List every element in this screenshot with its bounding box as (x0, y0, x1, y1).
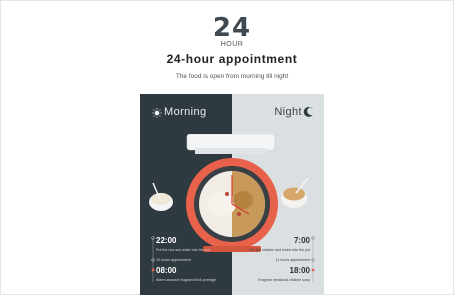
morning-start-desc: Put the rice and water into the pot (156, 248, 210, 252)
morning-ready-time: 08:00 (156, 266, 177, 275)
night-timeline (311, 236, 315, 282)
morning-label: Morning (164, 106, 207, 118)
night-appointment-desc: 11 hours appointment (275, 258, 311, 262)
page-title: 24-hour appointment (166, 52, 298, 66)
night-ready-desc: Fragrant medicinal chicken soup (258, 278, 310, 282)
product-poster: Morning Night 22:00 Put the rice and wat… (140, 94, 324, 295)
morning-ready-desc: Warm stomach fragrant thick porridge (156, 278, 216, 282)
night-label: Night (274, 106, 302, 118)
night-start-time: 7:00 (293, 236, 310, 245)
sun-icon (152, 108, 162, 118)
morning-start-time: 22:00 (156, 236, 177, 245)
night-start-desc: Put the chicken and herbs into the pot (249, 248, 310, 252)
soup-bowl-image (281, 177, 309, 208)
porridge-bowl-image (149, 182, 173, 211)
night-ready-time: 18:00 (289, 266, 310, 275)
hours-number: 24 (212, 13, 252, 43)
product-card: 24 HOUR 24-hour appointment The food is … (140, 2, 324, 295)
morning-appointment-desc: 10 hours appointment (156, 258, 191, 262)
page-subtitle: The food is open from morning till night (175, 73, 289, 80)
moon-icon (303, 106, 313, 117)
rice-cooker-image (186, 134, 278, 252)
hour-label: HOUR (220, 41, 244, 48)
